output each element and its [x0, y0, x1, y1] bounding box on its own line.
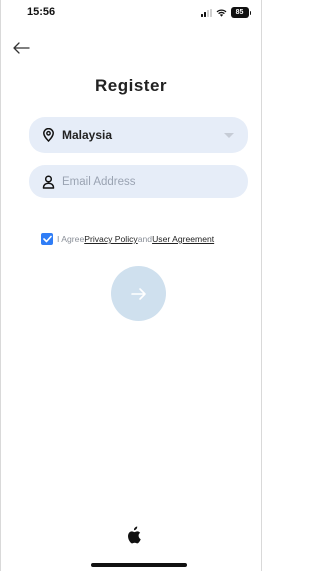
battery-icon: 85: [230, 7, 251, 18]
register-screen: 15:56 85 Register Malaysia Email Address…: [0, 0, 262, 571]
apple-login-button[interactable]: [122, 523, 144, 547]
signal-icon: [200, 8, 212, 17]
agreement-row: I Agree Privacy Policy and User Agreemen…: [41, 233, 214, 245]
location-pin-icon: [41, 128, 55, 142]
country-select[interactable]: Malaysia: [29, 117, 248, 153]
arrow-left-icon: [13, 42, 30, 54]
apple-logo-icon: [127, 526, 141, 544]
status-icons: 85: [200, 7, 251, 18]
checkmark-icon: [42, 235, 52, 243]
agree-prefix-text: I Agree: [57, 234, 85, 244]
caret-down-icon: [224, 133, 234, 138]
privacy-policy-link[interactable]: Privacy Policy: [84, 234, 137, 244]
email-field[interactable]: [29, 165, 248, 198]
status-bar: 15:56 85: [1, 0, 261, 28]
status-time: 15:56: [27, 6, 56, 18]
back-button[interactable]: [11, 40, 31, 56]
home-indicator: [91, 563, 187, 567]
arrow-right-icon: [130, 287, 146, 300]
next-button[interactable]: [111, 266, 166, 321]
user-icon: [41, 174, 55, 189]
wifi-icon: [216, 9, 227, 17]
user-agreement-link[interactable]: User Agreement: [152, 234, 214, 244]
battery-level: 85: [230, 7, 249, 18]
agreement-connector-text: and: [137, 234, 153, 244]
agree-checkbox[interactable]: [41, 233, 53, 245]
country-value: Malaysia: [62, 128, 113, 142]
page-title: Register: [94, 76, 168, 95]
email-input[interactable]: [62, 175, 232, 188]
